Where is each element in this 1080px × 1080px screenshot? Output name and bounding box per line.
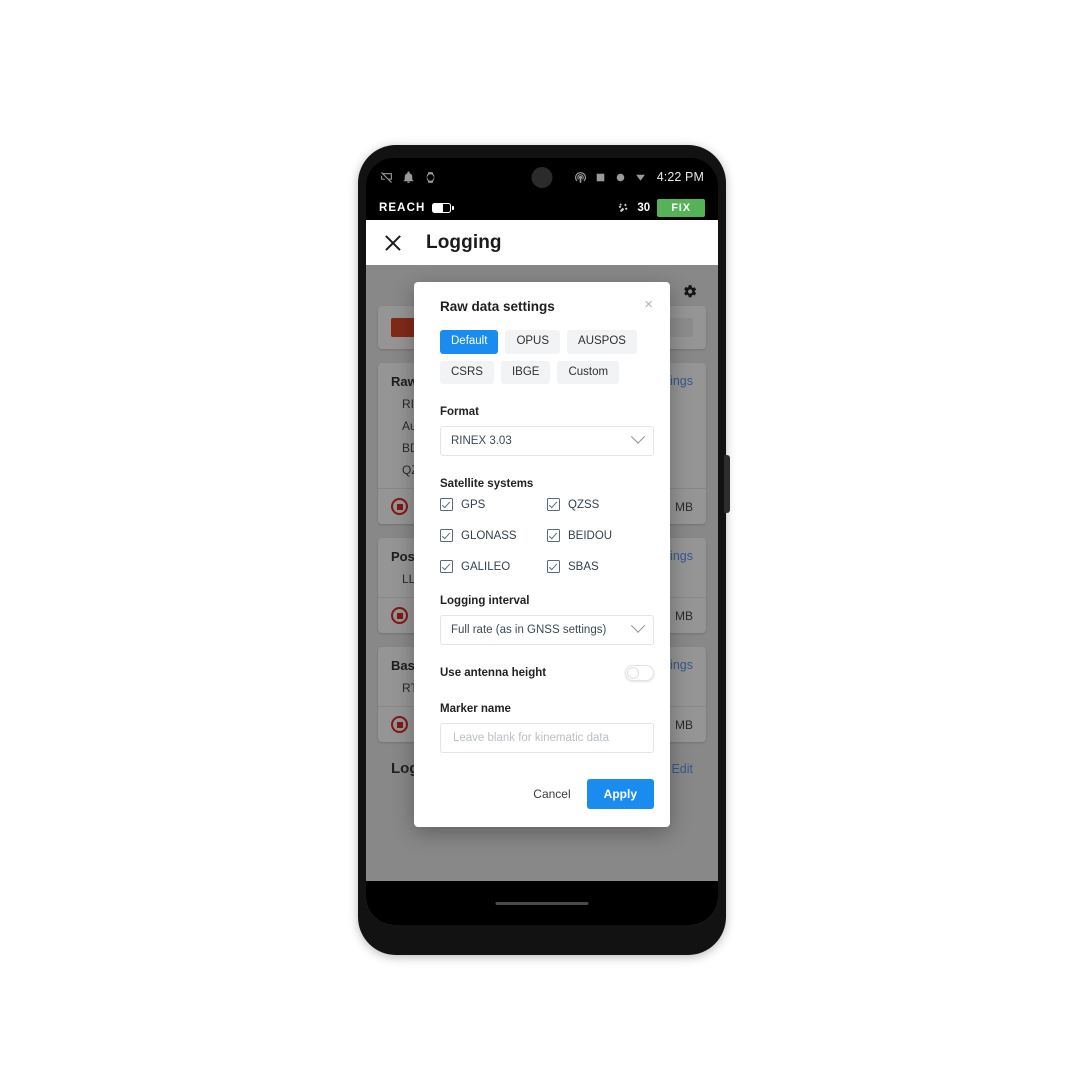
preset-chip-custom[interactable]: Custom: [557, 360, 620, 384]
checkbox-label: SBAS: [568, 560, 599, 573]
home-indicator[interactable]: [495, 901, 589, 905]
front-camera: [531, 167, 553, 188]
screenshot-stage: 4:22 PM REACH 30 FIX Logging Raw Setting…: [0, 0, 1080, 1080]
format-value: RINEX 3.03: [451, 435, 512, 447]
apply-button[interactable]: Apply: [586, 779, 654, 809]
toggle-knob: [627, 667, 639, 679]
marker-name-field[interactable]: [440, 723, 654, 753]
checkbox-label: GPS: [461, 498, 486, 511]
status-left-icons: [380, 171, 437, 184]
checkbox-sbas[interactable]: SBAS: [547, 560, 654, 573]
chevron-down-icon: [630, 618, 646, 633]
format-select[interactable]: RINEX 3.03: [440, 426, 654, 456]
checkbox-label: BEIDOU: [568, 529, 613, 542]
satellite-systems-grid: GPS QZSS GLONASS BEIDOU GALILEO SBAS: [440, 498, 654, 573]
chevron-down-icon: [630, 429, 646, 444]
logging-interval-value: Full rate (as in GNSS settings): [451, 624, 607, 636]
app-bar: Logging: [366, 220, 718, 265]
antenna-height-row: Use antenna height: [440, 665, 654, 681]
hotspot-icon: [574, 171, 586, 183]
cast-off-icon: [381, 171, 392, 183]
preset-chip-opus[interactable]: OPUS: [505, 330, 561, 354]
watch-icon: [426, 171, 435, 183]
dialog-body: Default OPUS AUSPOS CSRS IBGE Custom For…: [414, 330, 670, 753]
marker-name-input[interactable]: [451, 731, 643, 745]
format-label: Format: [440, 406, 479, 418]
checkbox-icon[interactable]: [440, 560, 453, 573]
satellite-icon: [619, 202, 628, 212]
preset-chip-default[interactable]: Default: [440, 330, 499, 354]
reach-status-bar: REACH 30 FIX: [366, 196, 718, 220]
checkbox-icon[interactable]: [547, 560, 560, 573]
raw-data-settings-dialog: Raw data settings × Default OPUS AUSPOS …: [414, 282, 670, 827]
antenna-height-label: Use antenna height: [440, 667, 547, 679]
satellite-systems-label: Satellite systems: [440, 478, 534, 490]
checkbox-gps[interactable]: GPS: [440, 498, 547, 511]
preset-chip-ibge[interactable]: IBGE: [500, 360, 551, 384]
checkbox-label: GALILEO: [461, 560, 511, 573]
checkbox-qzss[interactable]: QZSS: [547, 498, 654, 511]
checkbox-glonass[interactable]: GLONASS: [440, 529, 547, 542]
page-title: Logging: [426, 231, 502, 253]
checkbox-label: GLONASS: [461, 529, 517, 542]
satellite-count: 30: [637, 202, 651, 214]
logging-interval-select[interactable]: Full rate (as in GNSS settings): [440, 615, 654, 645]
close-icon[interactable]: [382, 232, 404, 254]
preset-chip-csrs[interactable]: CSRS: [440, 360, 494, 384]
logging-interval-label: Logging interval: [440, 595, 530, 607]
dialog-header: Raw data settings ×: [414, 282, 670, 314]
notification-bell-icon: [403, 171, 414, 183]
reach-right-group: 30 FIX: [617, 199, 705, 217]
power-button[interactable]: [724, 455, 730, 513]
checkbox-galileo[interactable]: GALILEO: [440, 560, 547, 573]
cancel-button[interactable]: Cancel: [529, 781, 574, 807]
checkbox-beidou[interactable]: BEIDOU: [547, 529, 654, 542]
dialog-title: Raw data settings: [440, 299, 555, 314]
preset-chip-group: Default OPUS AUSPOS CSRS IBGE Custom: [440, 330, 654, 384]
triangle-down-icon: [635, 174, 645, 181]
android-status-bar: 4:22 PM: [366, 158, 718, 196]
circle-icon: [616, 173, 625, 181]
checkbox-icon[interactable]: [440, 529, 453, 542]
close-icon[interactable]: ×: [643, 297, 654, 312]
checkbox-icon[interactable]: [547, 529, 560, 542]
square-icon: [596, 173, 605, 181]
checkbox-icon[interactable]: [547, 498, 560, 511]
dialog-footer: Cancel Apply: [414, 753, 670, 827]
antenna-height-toggle[interactable]: [625, 665, 654, 681]
status-time: 4:22 PM: [656, 170, 704, 184]
status-right-icons: 4:22 PM: [574, 170, 704, 184]
checkbox-icon[interactable]: [440, 498, 453, 511]
reach-logo: REACH: [379, 202, 426, 214]
marker-name-label: Marker name: [440, 703, 511, 715]
battery-icon: [432, 203, 454, 213]
status-badge: FIX: [657, 199, 705, 217]
checkbox-label: QZSS: [568, 498, 600, 511]
preset-chip-auspos[interactable]: AUSPOS: [567, 330, 637, 354]
